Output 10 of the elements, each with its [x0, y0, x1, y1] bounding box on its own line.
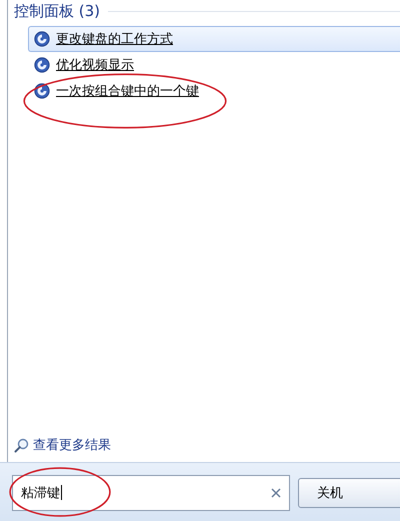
shutdown-button[interactable]: 关机	[298, 478, 400, 508]
more-results-link[interactable]: 查看更多结果	[33, 436, 111, 454]
search-field[interactable]: 粘滞键	[12, 474, 290, 510]
control-panel-icon	[34, 31, 50, 47]
clear-icon[interactable]	[269, 486, 283, 500]
group-title: 控制面板 (3)	[14, 2, 100, 20]
control-panel-icon	[34, 83, 50, 99]
search-value: 粘滞键	[21, 484, 60, 502]
search-icon	[14, 438, 29, 452]
control-panel-icon	[34, 57, 50, 73]
